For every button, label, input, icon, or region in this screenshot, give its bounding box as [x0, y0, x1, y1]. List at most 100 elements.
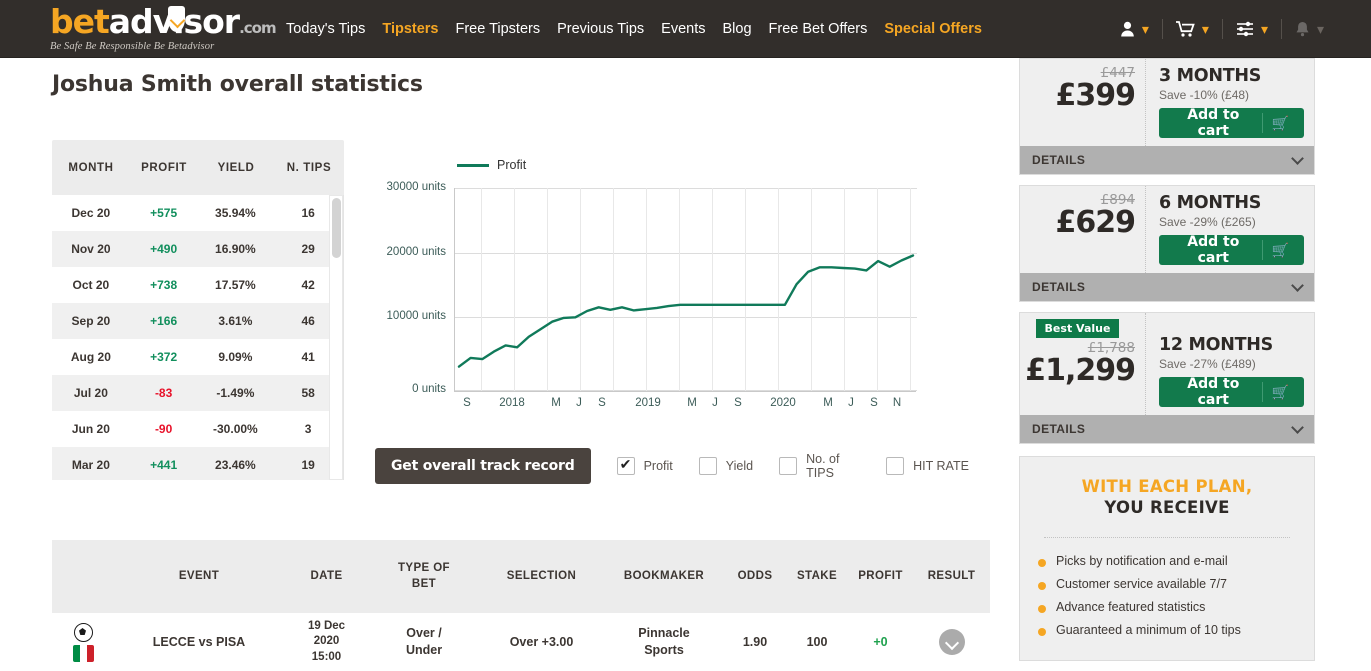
add-to-cart-button-3-months[interactable]: Add to cart 🛒 — [1159, 107, 1304, 139]
stats-table-scrollbar[interactable] — [329, 195, 343, 480]
cell-yield: -1.49% — [216, 386, 255, 400]
site-header: betadvisor.com Be Safe Be Responsible Be… — [0, 0, 1371, 58]
plan-details-toggle-3-months[interactable]: DETAILS — [1020, 146, 1314, 174]
header-icon-bar: ▾ ▾ ▾ ▾ — [1107, 0, 1337, 58]
nav-item-tipsters[interactable]: Tipsters — [382, 21, 438, 37]
ytick-label: 10000 units — [386, 310, 446, 323]
add-to-cart-button-6-months[interactable]: Add to cart 🛒 — [1159, 234, 1304, 266]
table-row[interactable]: Sep 20 +166 3.61% 46 — [52, 303, 343, 339]
cell-profit: -83 — [154, 386, 173, 400]
scrollbar-thumb[interactable] — [332, 198, 341, 258]
cell-yield: 9.09% — [218, 350, 253, 364]
checkbox-yield[interactable]: Yield — [698, 457, 754, 475]
bets-col-event: EVENT — [178, 569, 220, 582]
cell-profit: +738 — [150, 278, 178, 292]
cell-profit: +0 — [873, 634, 888, 649]
chart-controls: Get overall track record Profit Yield No… — [375, 448, 969, 484]
add-to-cart-label: Add to cart — [1187, 107, 1240, 139]
add-to-cart-label: Add to cart — [1187, 234, 1240, 266]
cell-selection: Over +3.00 — [509, 634, 574, 649]
xtick-label: N — [892, 397, 902, 409]
checkbox-profit[interactable]: Profit — [616, 456, 673, 475]
list-item: Picks by notification and e-mail — [1038, 554, 1296, 568]
nav-item-free-bet-offers[interactable]: Free Bet Offers — [769, 21, 868, 37]
table-row[interactable]: Aug 20 +372 9.09% 41 — [52, 339, 343, 375]
plan-price-block: Best Value £1,788 £1,299 — [1020, 313, 1146, 415]
nav-item-events[interactable]: Events — [661, 21, 705, 37]
stats-col-month: MONTH — [68, 161, 114, 174]
plan-body: £894 £629 6 MONTHS Save -29% (£265) Add … — [1020, 186, 1314, 273]
cell-profit: +575 — [150, 206, 178, 220]
nav-item-free-tipsters[interactable]: Free Tipsters — [456, 21, 541, 37]
benefit-text: Picks by notification and e-mail — [1056, 554, 1228, 568]
nav-item-blog[interactable]: Blog — [723, 21, 752, 37]
checkbox-hit-rate[interactable]: HIT RATE — [886, 457, 969, 475]
nav-item-todays-tips[interactable]: Today's Tips — [286, 21, 365, 37]
bets-table-header: EVENT DATE TYPE OF BET SELECTION BOOKMAKE… — [52, 540, 990, 613]
xtick-label: M — [551, 397, 561, 409]
table-row[interactable]: Jun 20 -90 -30.00% 3 — [52, 411, 343, 447]
logo-tagline: Be Safe Be Responsible Be Betadvisor — [50, 41, 215, 52]
table-row[interactable]: Nov 20 +490 16.90% 29 — [52, 231, 343, 267]
cell-month: Sep 20 — [71, 314, 111, 328]
plan-duration: 3 MONTHS — [1159, 66, 1261, 86]
table-row[interactable]: Mar 20 +441 23.46% 19 — [52, 447, 343, 480]
stats-table-body[interactable]: Dec 20 +575 35.94% 16 Nov 20 +490 16.90%… — [52, 195, 344, 480]
cart-menu[interactable]: ▾ — [1163, 21, 1222, 37]
chart-series-profit — [457, 254, 915, 368]
checkbox-no-of-tips-box[interactable] — [779, 457, 798, 475]
details-label: DETAILS — [1032, 422, 1086, 436]
chevron-down-circle-icon[interactable] — [938, 629, 965, 655]
xtick-label: 2018 — [499, 397, 525, 409]
nav-item-previous-tips[interactable]: Previous Tips — [557, 21, 644, 37]
table-row[interactable]: Dec 20 +575 35.94% 16 — [52, 195, 343, 231]
checkbox-no-of-tips[interactable]: No. of TIPS — [779, 452, 860, 481]
checkbox-yield-box[interactable] — [698, 457, 717, 475]
plan-benefits-title-line1: WITH EACH PLAN, — [1081, 477, 1253, 496]
checkbox-profit-box[interactable] — [616, 456, 635, 475]
legend-swatch-profit — [457, 163, 489, 167]
plan-details-toggle-6-months[interactable]: DETAILS — [1020, 273, 1314, 301]
cell-odds: 1.90 — [742, 634, 768, 649]
plan-price: £399 — [1055, 78, 1137, 113]
cell-event[interactable]: LECCE vs PISA — [114, 634, 284, 651]
logo-wordmark: betadvisor.com — [50, 5, 277, 38]
bets-col-bookmaker: BOOKMAKER — [623, 569, 705, 582]
bets-col-stake: STAKE — [796, 569, 838, 582]
cell-profit: +441 — [150, 458, 178, 472]
site-logo[interactable]: betadvisor.com Be Safe Be Responsible Be… — [50, 5, 277, 52]
details-label: DETAILS — [1032, 153, 1086, 167]
checkbox-yield-label: Yield — [725, 458, 754, 473]
get-overall-track-record-button[interactable]: Get overall track record — [375, 448, 591, 484]
cell-profit: -90 — [154, 422, 173, 436]
nav-item-special-offers[interactable]: Special Offers — [884, 21, 982, 37]
plan-price: £1,299 — [1025, 353, 1136, 388]
add-to-cart-button-12-months[interactable]: Add to cart 🛒 — [1159, 376, 1304, 408]
plan-benefits-title-line2: YOU RECEIVE — [1104, 498, 1230, 517]
checkbox-hit-rate-box[interactable] — [886, 457, 905, 475]
pricing-sidebar: £447 £399 3 MONTHS Save -10% (£48) Add t… — [1019, 58, 1315, 661]
table-row[interactable]: LECCE vs PISA 19 Dec 2020 15:00 Over / Unde… — [52, 613, 990, 671]
settings-menu[interactable]: ▾ — [1223, 21, 1281, 37]
table-row[interactable]: Jul 20 -83 -1.49% 58 — [52, 375, 343, 411]
benefit-text: Advance featured statistics — [1056, 600, 1206, 614]
cell-bookmaker: Pinnacle Sports — [638, 626, 690, 657]
cell-yield: -30.00% — [213, 422, 258, 436]
table-row[interactable]: Oct 20 +738 17.57% 42 — [52, 267, 343, 303]
plan-price-block: £447 £399 — [1020, 59, 1146, 146]
bets-table: EVENT DATE TYPE OF BET SELECTION BOOKMAKE… — [52, 540, 990, 671]
main-navigation: Today's Tips Tipsters Free Tipsters Prev… — [286, 21, 982, 37]
list-item: Customer service available 7/7 — [1038, 577, 1296, 591]
bets-col-selection: SELECTION — [506, 569, 577, 582]
plan-details-toggle-12-months[interactable]: DETAILS — [1020, 415, 1314, 443]
plan-body: Best Value £1,788 £1,299 12 MONTHS Save … — [1020, 313, 1314, 415]
notifications-menu[interactable]: ▾ — [1282, 21, 1337, 37]
cell-month: Oct 20 — [72, 278, 110, 292]
ytick-label: 20000 units — [386, 245, 446, 258]
account-menu[interactable]: ▾ — [1107, 21, 1162, 37]
checkbox-hit-rate-label: HIT RATE — [913, 458, 969, 473]
xtick-label: S — [463, 397, 471, 409]
user-icon — [1120, 21, 1135, 37]
bullet-icon — [1038, 582, 1046, 590]
cell-profit: +490 — [150, 242, 178, 256]
